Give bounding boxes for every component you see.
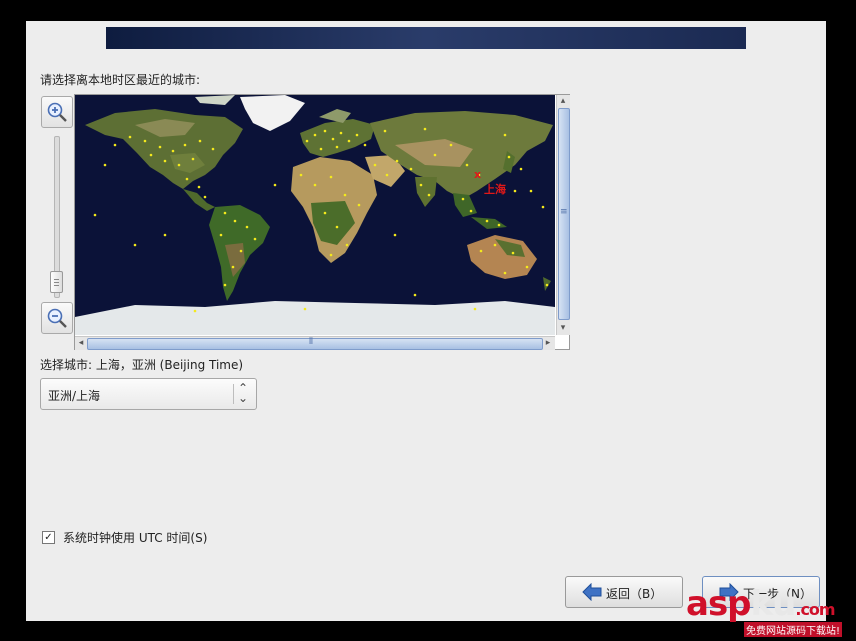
zoom-out-button[interactable] <box>41 302 73 334</box>
world-map-viewport: x 上海 ▴ ≡ ▾ ◂ ⦀ ▸ <box>74 94 570 350</box>
selected-city-text: 选择城市: 上海，亚洲 (Beijing Time) <box>40 358 244 372</box>
scroll-up-arrow-icon[interactable]: ▴ <box>557 95 569 107</box>
combo-updown-icon: ⌃ ⌄ <box>238 381 249 405</box>
combo-separator <box>233 384 234 404</box>
zoom-in-button[interactable] <box>41 96 73 128</box>
timezone-prompt: 请选择离本地时区最近的城市: <box>40 73 201 87</box>
arrow-left-icon <box>582 583 602 601</box>
zoom-in-icon <box>47 102 67 122</box>
utc-checkbox-label: 系统时钟使用 UTC 时间(S) <box>63 531 208 545</box>
map-horizontal-scrollbar[interactable]: ◂ ⦀ ▸ <box>75 336 555 350</box>
watermark-brand: aspku.com <box>686 584 836 624</box>
timezone-combo-value: 亚洲/上海 <box>48 389 101 403</box>
timezone-combo-box[interactable]: 亚洲/上海 ⌃ ⌄ <box>40 378 257 410</box>
zoom-slider-handle[interactable] <box>50 271 63 293</box>
world-map-image: x 上海 <box>75 95 555 335</box>
installer-window: 请选择离本地时区最近的城市: x 上海 ▴ ≡ ▾ ◂ ⦀ ▸ 选择城市: 上海… <box>26 21 826 621</box>
map-vertical-scrollbar[interactable]: ▴ ≡ ▾ <box>556 95 570 335</box>
utc-checkbox-row[interactable]: ✓ 系统时钟使用 UTC 时间(S) <box>42 529 207 546</box>
selected-city-marker[interactable]: x <box>474 168 481 181</box>
back-button[interactable]: 返回（B） <box>565 576 683 608</box>
grip-icon: ⦀ <box>309 337 313 347</box>
utc-checkbox[interactable]: ✓ <box>42 531 55 544</box>
zoom-out-icon <box>47 308 67 328</box>
world-map[interactable]: x 上海 <box>75 95 555 335</box>
scroll-right-arrow-icon[interactable]: ▸ <box>542 337 554 349</box>
watermark-slogan: 免费网站源码下载站! <box>744 622 843 637</box>
selected-city-label: 上海 <box>484 182 506 196</box>
header-banner <box>106 27 746 49</box>
grip-icon: ≡ <box>560 207 568 217</box>
map-horizontal-scroll-thumb[interactable] <box>87 338 543 350</box>
back-button-label: 返回（B） <box>606 587 663 601</box>
scroll-left-arrow-icon[interactable]: ◂ <box>75 337 87 349</box>
watermark-logo: aspku.com 免费网站源码下载站! <box>686 584 856 641</box>
scroll-down-arrow-icon[interactable]: ▾ <box>557 322 569 334</box>
